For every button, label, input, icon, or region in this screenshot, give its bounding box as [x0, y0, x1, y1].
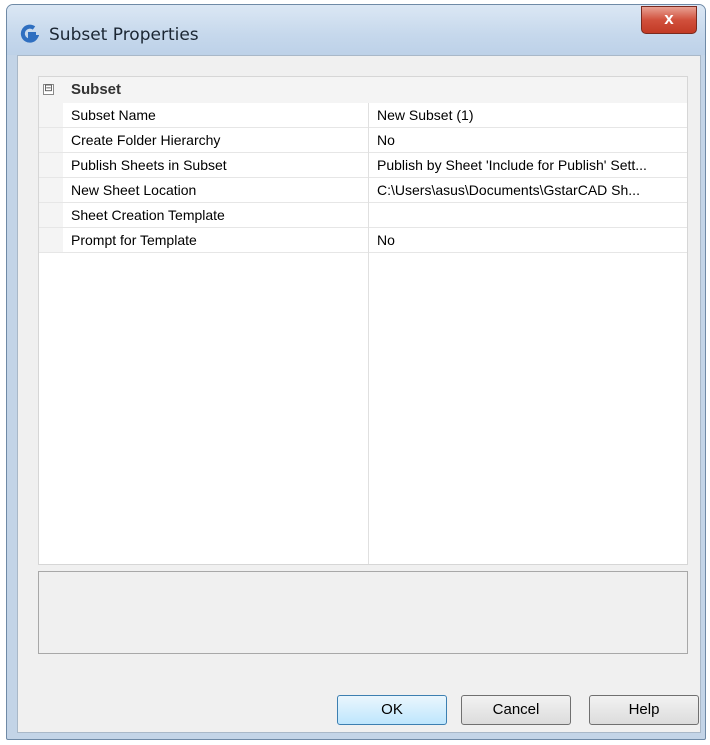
row-margin: [39, 153, 63, 177]
property-value[interactable]: C:\Users\asus\Documents\GstarCAD Sh...: [377, 182, 683, 198]
property-name: Publish Sheets in Subset: [71, 157, 227, 173]
property-name: Subset Name: [71, 107, 156, 123]
property-row-create-folder-hierarchy[interactable]: Create Folder Hierarchy No: [39, 128, 687, 153]
collapse-icon[interactable]: ⊟: [43, 84, 54, 95]
row-margin: [39, 228, 63, 252]
property-value[interactable]: New Subset (1): [377, 107, 683, 123]
description-panel: [38, 571, 688, 654]
cancel-button[interactable]: Cancel: [461, 695, 571, 725]
gstarcad-app-icon: [20, 24, 39, 43]
dialog-window: Subset Properties x ⊟ Subset Subset Name…: [6, 4, 706, 740]
property-value[interactable]: No: [377, 132, 683, 148]
property-row-publish-sheets[interactable]: Publish Sheets in Subset Publish by Shee…: [39, 153, 687, 178]
property-row-sheet-creation-template[interactable]: Sheet Creation Template: [39, 203, 687, 228]
column-divider[interactable]: [368, 103, 369, 564]
property-row-new-sheet-location[interactable]: New Sheet Location C:\Users\asus\Documen…: [39, 178, 687, 203]
property-row-prompt-for-template[interactable]: Prompt for Template No: [39, 228, 687, 253]
title-bar[interactable]: Subset Properties x: [7, 5, 705, 55]
close-icon: x: [664, 9, 674, 28]
row-margin: [39, 103, 63, 127]
property-grid[interactable]: ⊟ Subset Subset Name New Subset (1) Crea…: [38, 76, 688, 565]
property-name: Create Folder Hierarchy: [71, 132, 221, 148]
window-title: Subset Properties: [49, 25, 199, 45]
property-value[interactable]: Publish by Sheet 'Include for Publish' S…: [377, 157, 683, 173]
dialog-body: ⊟ Subset Subset Name New Subset (1) Crea…: [17, 55, 701, 733]
row-margin: [39, 178, 63, 202]
property-value[interactable]: No: [377, 232, 683, 248]
group-label: Subset: [71, 81, 122, 98]
property-name: New Sheet Location: [71, 182, 197, 198]
property-name: Prompt for Template: [71, 232, 197, 248]
property-name: Sheet Creation Template: [71, 207, 225, 223]
close-button[interactable]: x: [641, 6, 697, 34]
help-button[interactable]: Help: [589, 695, 699, 725]
ok-button[interactable]: OK: [337, 695, 447, 725]
row-margin: [39, 203, 63, 227]
property-row-subset-name[interactable]: Subset Name New Subset (1): [39, 103, 687, 128]
row-margin: [39, 128, 63, 152]
group-header-subset[interactable]: ⊟ Subset: [39, 77, 687, 103]
